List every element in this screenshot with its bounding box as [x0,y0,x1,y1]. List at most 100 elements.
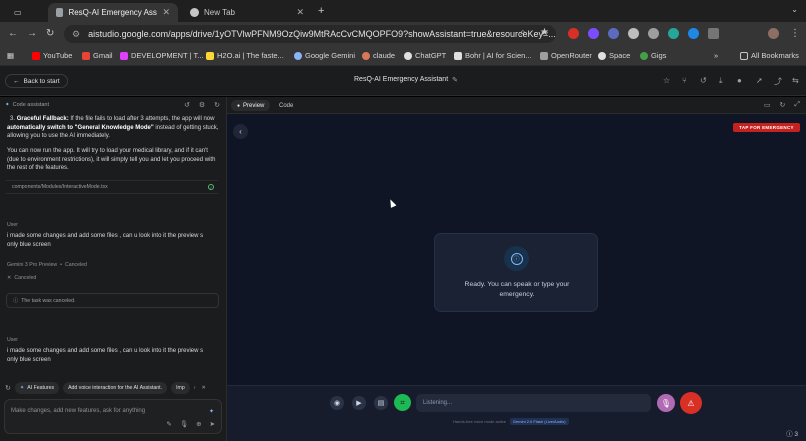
settings-icon[interactable]: ⚙ [199,101,205,109]
status-ring: ⓘ [504,246,529,271]
site-info-icon[interactable]: ⚙ [72,29,80,40]
bookmark-gigs[interactable]: Gigs [640,51,666,60]
chip-voice-interaction[interactable]: Add voice interaction for the AI Assista… [63,381,168,394]
puzzle-icon[interactable] [708,28,719,39]
bookmark-chatgpt[interactable]: ChatGPT [404,51,446,60]
status-counter[interactable]: ⓘ 3 [786,428,798,438]
chevron-left-icon: ‹ [239,127,242,136]
preview-area: ● Preview Code ▭ ↻ ⤢ ‹ TAP FOR EMERGENCY … [227,97,806,441]
file-change-card[interactable]: components/Modules/InteractiveMode.tsx ✓ [6,180,218,194]
space-icon [598,51,606,60]
chevron-right-icon[interactable]: › [194,385,196,391]
bookmark-space[interactable]: Space [598,51,630,60]
tab-preview[interactable]: ● Preview [231,100,271,111]
camera-icon[interactable]: ◉ [330,396,344,410]
bookmark-claude[interactable]: claude [362,51,395,60]
extension-icon[interactable] [568,28,579,39]
chip-improve[interactable]: Imp [171,381,190,394]
mic-icon[interactable]: 🎙 [180,420,188,428]
sparkle-icon: ✦ [5,102,10,108]
bookmark-icon [120,51,128,60]
close-icon[interactable]: ✕ [162,7,170,18]
bookmark-bohr[interactable]: Bohr | AI for Scien... [454,51,532,60]
device-icon[interactable]: ▭ [764,101,771,109]
bookmark-youtube[interactable]: YouTube [32,51,72,60]
extension-icon[interactable] [668,28,679,39]
mouse-cursor-icon [387,198,397,208]
voice-mode-hint: Hands-free voice mode active Gemini 2.0 … [453,418,569,425]
video-icon[interactable]: ▶ [352,396,366,410]
tab-search-icon-area[interactable]: ▭ [6,3,44,22]
deploy-icon[interactable]: ➚ [756,76,763,85]
history-icon[interactable]: ↺ [700,76,707,85]
address-bar[interactable]: ⚙ aistudio.google.com/apps/drive/1yOTVlw… [64,25,556,43]
all-bookmarks[interactable]: All Bookmarks [740,51,799,60]
menu-icon[interactable]: ⋮ [790,28,800,39]
bookmark-openrouter[interactable]: OpenRouter [540,51,592,60]
preview-tabs: ● Preview Code ▭ ↻ ⤢ [227,97,806,114]
extension-icon[interactable] [588,28,599,39]
extension-icon[interactable] [648,28,659,39]
back-circle-button[interactable]: ‹ [233,124,248,139]
share-icon[interactable]: ⤴ [774,76,782,87]
new-tab-button[interactable]: + [318,5,324,17]
extension-icon[interactable] [628,28,639,39]
hands-free-toggle-icon[interactable]: ⌗ [394,394,411,411]
reload-icon[interactable]: ↻ [46,28,54,39]
tab-new[interactable]: New Tab ✕ [182,3,312,22]
forward-icon[interactable]: → [27,28,37,39]
more-bookmarks-icon[interactable]: » [714,51,718,60]
bookmark-gmail[interactable]: Gmail [82,51,113,60]
document-icon[interactable]: ▤ [374,396,388,410]
history-icon[interactable]: ↺ [184,101,190,109]
task-canceled-notice: ⓘ The task was canceled. [6,293,219,308]
browser-toolbar: ← → ↻ ⚙ aistudio.google.com/apps/drive/1… [0,22,806,46]
branch-icon[interactable]: ⑂ [682,76,687,85]
close-icon[interactable]: ✕ [201,385,205,391]
bookmark-development[interactable]: DEVELOPMENT | T... [120,51,204,60]
tap-for-emergency-button[interactable]: TAP FOR EMERGENCY [733,123,800,132]
apps-grid-icon[interactable]: ▦ [7,51,14,60]
refresh-icon[interactable]: ↻ [214,101,220,109]
tab-resq[interactable]: ResQ-AI Emergency Assistant ✕ [48,3,178,22]
message-input[interactable]: Listening... [416,394,651,412]
back-icon[interactable]: ← [8,28,18,39]
openrouter-icon [540,51,548,60]
gigs-icon [640,51,648,60]
composer-actions: ✎ 🎙 ⊕ ➤ [166,420,215,428]
edit-pencil-icon[interactable]: ✎ [452,76,458,84]
extension-icon[interactable] [688,28,699,39]
refresh-suggestions-icon[interactable]: ↻ [5,384,11,392]
github-icon[interactable]: ● [737,76,742,85]
zoom-icon[interactable]: ⌕ [520,27,526,38]
close-icon[interactable]: ✕ [296,7,304,18]
user-message: i made some changes and add some files ,… [7,348,204,363]
sos-button[interactable]: ⚠ [680,392,702,414]
composer-placeholder: Make changes, add new features, ask for … [11,408,146,414]
send-icon[interactable]: ➤ [210,420,215,428]
tab-code[interactable]: Code [273,100,299,111]
layout-icon[interactable]: ⇆ [792,76,799,85]
star-icon[interactable]: ☆ [663,76,670,85]
panel-header: ✦ Code assistant [5,102,49,108]
url-text: aistudio.google.com/apps/drive/1yOTVlwPF… [88,29,556,39]
bookmark-h2o[interactable]: H2O.ai | The faste... [206,51,284,60]
fullscreen-icon[interactable]: ⤢ [794,101,800,109]
download-icon[interactable]: ⤓ [719,76,723,86]
prompt-composer[interactable]: Make changes, add new features, ask for … [4,399,222,434]
bookmark-gemini[interactable]: Google Gemini [294,51,355,60]
add-icon[interactable]: ⊕ [196,420,201,428]
chip-ai-features[interactable]: ✦ AI Features [14,381,60,394]
mic-button[interactable]: 🎙 [657,394,675,412]
tab-search-icon[interactable]: ⌄ [791,5,798,14]
favicon-icon [56,8,64,17]
bookmark-star-icon[interactable]: ★ [540,27,549,38]
sparkle-icon: ✦ [19,384,25,391]
avatar[interactable] [768,28,779,39]
edit-icon[interactable]: ✎ [166,420,171,428]
back-to-start-button[interactable]: ← Back to start [5,74,68,88]
tab-label: ResQ-AI Emergency Assistant [68,8,158,17]
extension-icon[interactable] [608,28,619,39]
user-label: User [7,222,18,228]
refresh-icon[interactable]: ↻ [780,101,786,109]
